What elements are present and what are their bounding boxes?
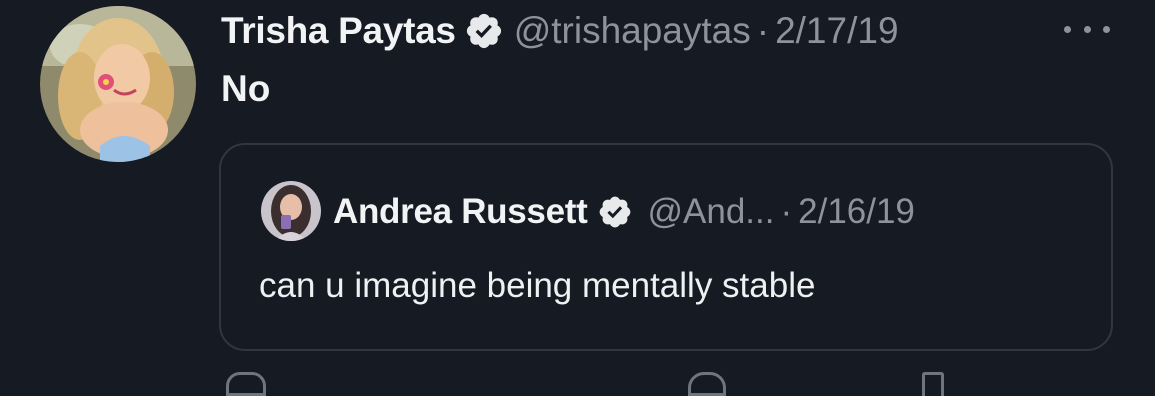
reply-icon[interactable]	[226, 372, 266, 396]
tweet-header: Trisha Paytas @trishapaytas · 2/17/19	[221, 8, 899, 54]
share-icon[interactable]	[922, 372, 944, 396]
verified-badge-icon	[597, 194, 633, 230]
author-handle[interactable]: @trishapaytas	[514, 8, 751, 54]
quoted-author-avatar[interactable]	[261, 181, 321, 241]
quoted-tweet-header: Andrea Russett @And... · 2/16/19	[333, 189, 915, 235]
more-options-icon[interactable]	[1064, 20, 1110, 38]
quoted-tweet-text: can u imagine being mentally stable	[259, 266, 816, 305]
quoted-tweet-date[interactable]: 2/16/19	[798, 189, 915, 235]
author-name[interactable]: Trisha Paytas	[221, 8, 456, 54]
separator-dot: ·	[780, 192, 793, 231]
quoted-author-name[interactable]: Andrea Russett	[333, 189, 588, 235]
author-avatar[interactable]	[40, 6, 196, 162]
tweet-actions	[0, 372, 1155, 396]
quoted-tweet[interactable]: Andrea Russett @And... · 2/16/19 can u i…	[219, 143, 1113, 351]
tweet[interactable]: Trisha Paytas @trishapaytas · 2/17/19 No…	[0, 0, 1155, 396]
quoted-author-handle[interactable]: @And...	[647, 189, 774, 235]
tweet-date[interactable]: 2/17/19	[775, 8, 898, 54]
tweet-text: No	[221, 68, 271, 109]
separator-dot: ·	[756, 10, 770, 51]
verified-badge-icon	[464, 11, 504, 51]
like-icon[interactable]	[688, 372, 726, 396]
